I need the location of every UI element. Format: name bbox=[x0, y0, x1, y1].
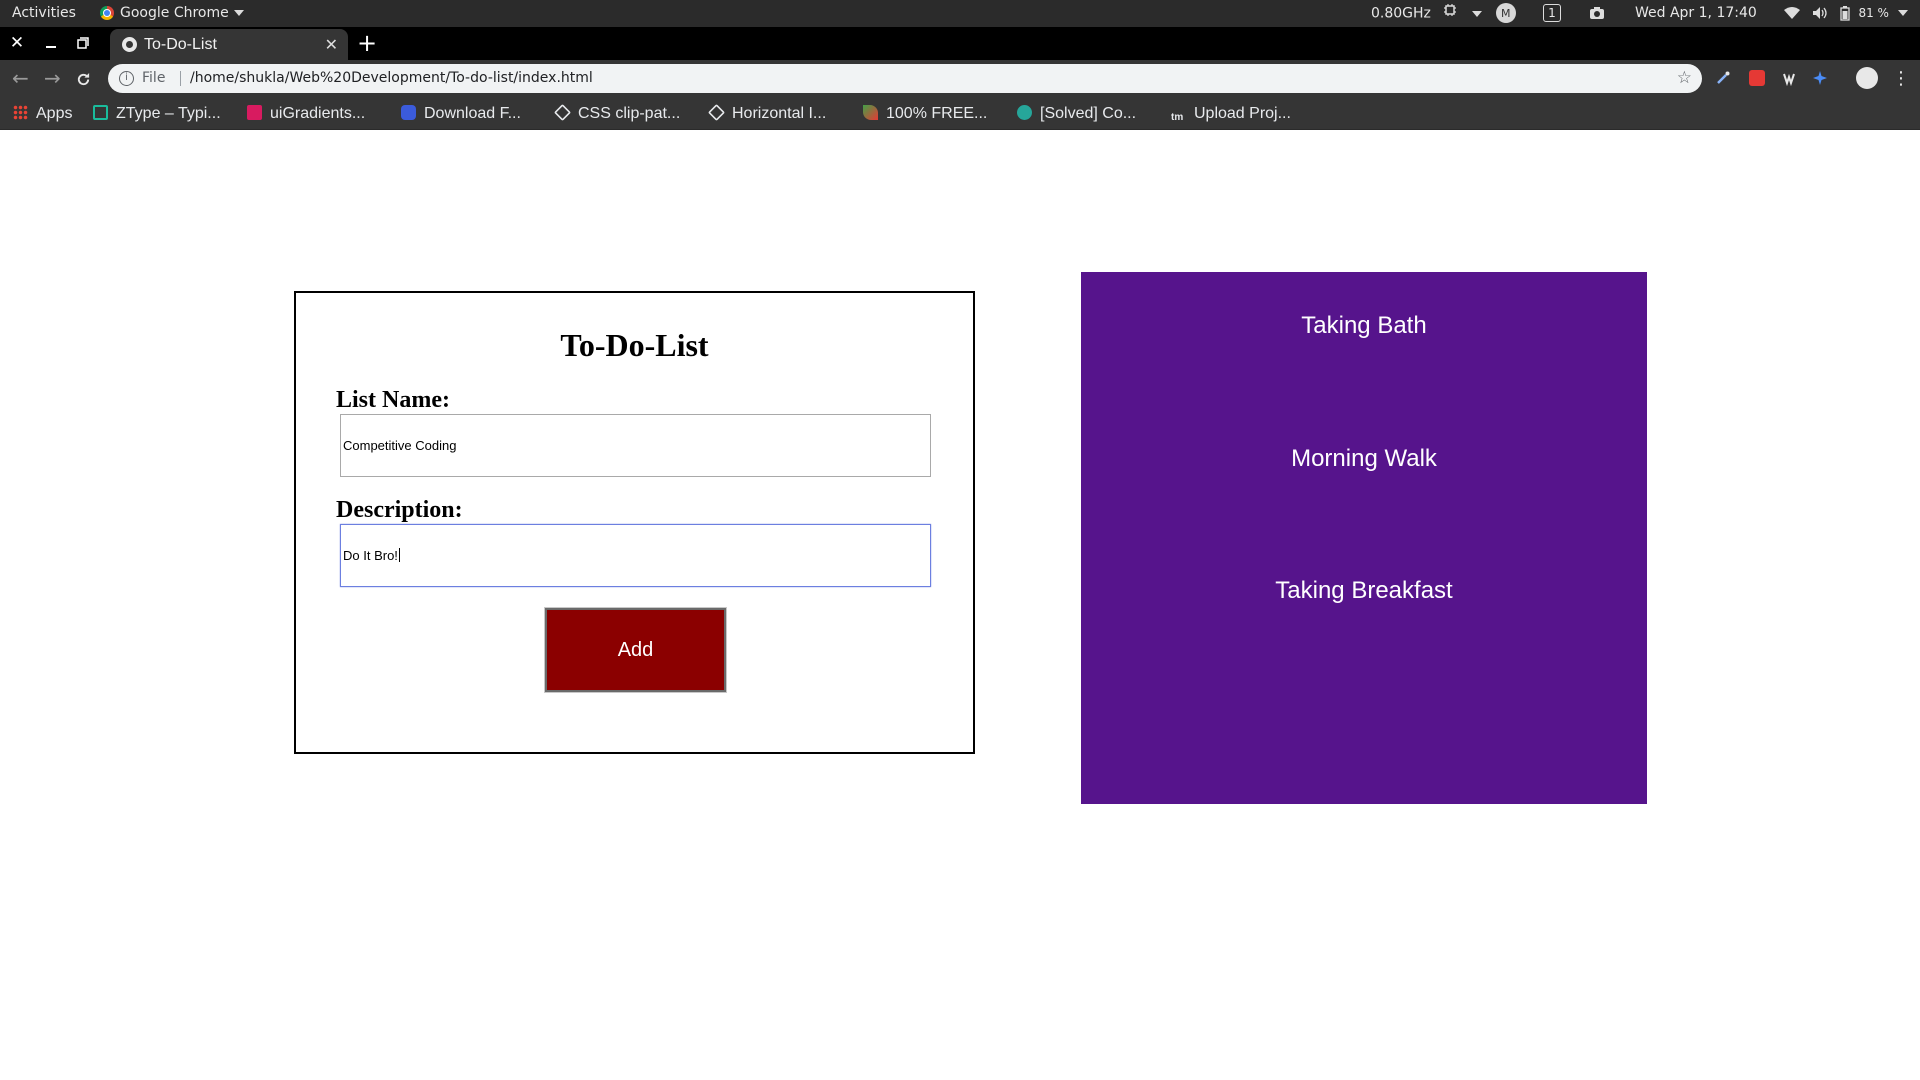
codepen-icon bbox=[708, 104, 725, 121]
todo-form-card: To-Do-List List Name: Competitive Coding… bbox=[294, 291, 975, 754]
more-menu-icon[interactable]: ⋮ bbox=[1892, 60, 1910, 97]
new-tab-button[interactable]: + bbox=[357, 27, 377, 60]
tm-icon: tm bbox=[1171, 112, 1184, 123]
chrome-logo-icon bbox=[100, 6, 114, 20]
bookmark-label: [Solved] Co... bbox=[1040, 105, 1137, 122]
tab-to-do-list[interactable]: To-Do-List ✕ bbox=[110, 29, 348, 60]
todo-item[interactable]: Taking Bath bbox=[1081, 312, 1647, 340]
leaf-icon bbox=[863, 105, 878, 120]
svg-text:M: M bbox=[1501, 7, 1511, 20]
bookmarks-bar: Apps ZType – Typi... uiGradients... Down… bbox=[0, 97, 1920, 130]
bookmark-apps[interactable]: Apps bbox=[13, 97, 72, 130]
tab-strip: ✕ To-Do-List ✕ + bbox=[0, 27, 1920, 60]
wifi-icon[interactable] bbox=[1784, 0, 1800, 27]
window-minimize-icon[interactable] bbox=[36, 27, 66, 60]
bookmark-100-free[interactable]: 100% FREE... bbox=[863, 97, 987, 130]
add-button[interactable]: Add bbox=[544, 607, 727, 693]
codepen-icon bbox=[554, 104, 571, 121]
todo-list-panel: Taking Bath Morning Walk Taking Breakfas… bbox=[1081, 272, 1647, 804]
description-input[interactable]: Do It Bro! bbox=[340, 524, 931, 587]
url-text[interactable]: /home/shukla/Web%20Development/To-do-lis… bbox=[190, 64, 593, 93]
chevron-down-icon bbox=[233, 10, 244, 16]
description-value: Do It Bro! bbox=[343, 548, 398, 563]
globe-icon bbox=[122, 37, 137, 52]
tab-close-icon[interactable]: ✕ bbox=[325, 29, 338, 60]
page-content: To-Do-List List Name: Competitive Coding… bbox=[0, 131, 1920, 1080]
tab-title: To-Do-List bbox=[144, 36, 217, 53]
ztype-icon bbox=[93, 105, 108, 120]
omnibox-divider bbox=[180, 71, 181, 86]
bookmark-horizontal[interactable]: Horizontal I... bbox=[708, 97, 827, 130]
battery-indicator[interactable]: 81 % bbox=[1840, 0, 1909, 27]
cpu-chip-icon bbox=[1443, 0, 1457, 27]
workspace-number: 1 bbox=[1543, 4, 1561, 22]
profile-avatar[interactable] bbox=[1856, 67, 1878, 89]
address-bar[interactable]: i File /home/shukla/Web%20Development/To… bbox=[108, 64, 1702, 93]
download-icon bbox=[401, 105, 416, 120]
form-title: To-Do-List bbox=[560, 327, 709, 363]
url-scheme-label: File bbox=[142, 70, 166, 86]
bookmark-uigradients[interactable]: uiGradients... bbox=[247, 97, 365, 130]
list-name-input[interactable]: Competitive Coding bbox=[340, 414, 931, 477]
mail-indicator-icon[interactable]: M bbox=[1495, 0, 1517, 27]
text-caret bbox=[398, 548, 400, 562]
bookmark-label: Upload Proj... bbox=[1194, 105, 1291, 122]
bookmark-label: ZType – Typi... bbox=[116, 105, 221, 122]
clock[interactable]: Wed Apr 1, 17:40 bbox=[1635, 0, 1757, 27]
wappalyzer-extension-icon[interactable] bbox=[1781, 70, 1797, 87]
reload-icon[interactable] bbox=[76, 60, 91, 97]
bookmark-label: uiGradients... bbox=[270, 105, 366, 122]
github-icon bbox=[1017, 105, 1032, 120]
cpu-frequency-label: 0.80GHz bbox=[1371, 5, 1431, 22]
bookmark-label: 100% FREE... bbox=[886, 105, 988, 122]
workspace-indicator[interactable]: 1 bbox=[1543, 0, 1561, 27]
app-menu-label: Google Chrome bbox=[120, 5, 229, 21]
bookmark-upload-project[interactable]: tm Upload Proj... bbox=[1171, 97, 1291, 130]
cpu-frequency-indicator[interactable]: 0.80GHz bbox=[1371, 0, 1482, 27]
list-name-label: List Name: bbox=[336, 387, 450, 413]
bookmark-star-icon[interactable]: ☆ bbox=[1677, 64, 1692, 93]
red-extension-icon[interactable] bbox=[1749, 70, 1765, 86]
bookmark-css-clip-path[interactable]: CSS clip-pat... bbox=[554, 97, 681, 130]
bookmark-label: Horizontal I... bbox=[732, 105, 827, 122]
description-label: Description: bbox=[336, 497, 463, 523]
bookmark-download[interactable]: Download F... bbox=[401, 97, 521, 130]
back-arrow-icon[interactable]: ← bbox=[12, 60, 29, 97]
todo-item[interactable]: Morning Walk bbox=[1081, 445, 1647, 473]
bookmark-label: CSS clip-pat... bbox=[578, 105, 681, 122]
screenshot-icon[interactable] bbox=[1589, 0, 1605, 27]
bookmark-solved[interactable]: [Solved] Co... bbox=[1017, 97, 1136, 130]
volume-icon[interactable] bbox=[1812, 0, 1828, 27]
bookmark-label: Download F... bbox=[424, 105, 521, 122]
activities-button[interactable]: Activities bbox=[12, 0, 76, 27]
eyedropper-extension-icon[interactable] bbox=[1715, 70, 1731, 86]
window-close-icon[interactable]: ✕ bbox=[2, 27, 32, 60]
bookmark-label: Apps bbox=[36, 105, 73, 122]
battery-percent: 81 % bbox=[1858, 6, 1889, 20]
battery-icon bbox=[1840, 5, 1850, 21]
plane-extension-icon[interactable] bbox=[1812, 70, 1828, 86]
apps-grid-icon bbox=[13, 105, 28, 120]
info-icon[interactable]: i bbox=[119, 71, 134, 86]
chevron-down-icon bbox=[1471, 10, 1482, 17]
app-menu[interactable]: Google Chrome bbox=[100, 0, 244, 27]
list-name-value: Competitive Coding bbox=[343, 438, 457, 453]
chevron-down-icon bbox=[1898, 10, 1909, 16]
window-restore-icon[interactable] bbox=[68, 27, 98, 60]
bookmark-ztype[interactable]: ZType – Typi... bbox=[93, 97, 221, 130]
uigradients-icon bbox=[247, 105, 262, 120]
system-top-bar: Activities Google Chrome 0.80GHz M 1 Wed… bbox=[0, 0, 1920, 27]
forward-arrow-icon[interactable]: → bbox=[44, 60, 61, 97]
todo-item[interactable]: Taking Breakfast bbox=[1081, 577, 1647, 605]
browser-toolbar: ← → i File /home/shukla/Web%20Developmen… bbox=[0, 60, 1920, 97]
